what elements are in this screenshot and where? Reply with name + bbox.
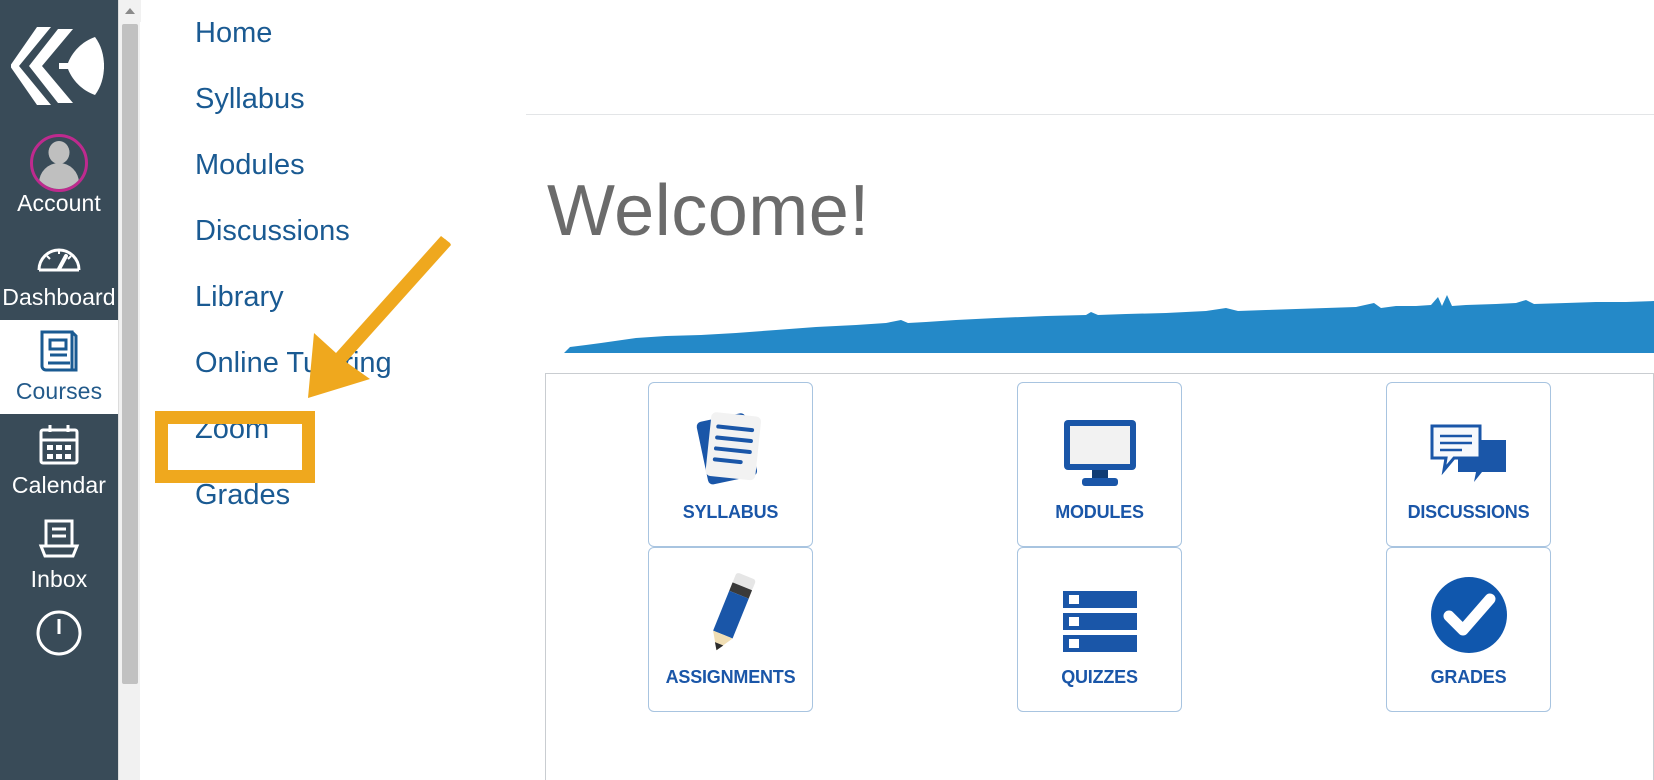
tile-cell-grades: GRADES (1284, 547, 1653, 712)
global-nav-item-courses[interactable]: Courses (0, 320, 118, 414)
canvas-course-home-screenshot: Account Dashboard Courses Calendar Inbox… (0, 0, 1654, 780)
tile-syllabus[interactable]: SYLLABUS (648, 382, 813, 547)
book-icon (38, 329, 80, 373)
tile-grades[interactable]: GRADES (1386, 547, 1551, 712)
tile-quizzes[interactable]: QUIZZES (1017, 547, 1182, 712)
page-title: Welcome! (547, 171, 870, 251)
tile-cell-assignments: ASSIGNMENTS (546, 547, 915, 712)
chevron-up-icon (125, 8, 135, 14)
global-nav-item-history[interactable] (0, 602, 118, 666)
global-nav-label-account: Account (17, 190, 101, 216)
global-nav-label-calendar: Calendar (11, 472, 107, 498)
history-clock-icon (35, 610, 83, 656)
checklist-bars-icon (1057, 571, 1143, 657)
scroll-up-button[interactable] (119, 0, 141, 22)
stacked-documents-icon (686, 406, 776, 492)
quick-links-panel: SYLLABUS MODULES DISCUSSIONS ASSIGNMENTS… (545, 373, 1654, 780)
speech-bubbles-icon (1424, 406, 1514, 492)
tile-label-quizzes: QUIZZES (1061, 667, 1138, 687)
global-navigation-rail: Account Dashboard Courses Calendar Inbox (0, 0, 118, 780)
tile-cell-quizzes: QUIZZES (915, 547, 1284, 712)
pencil-icon (688, 571, 774, 657)
speedometer-icon (36, 235, 82, 279)
tile-label-discussions: DISCUSSIONS (1407, 502, 1530, 522)
canvas-diamond-logo-icon[interactable] (0, 0, 118, 132)
tile-modules[interactable]: MODULES (1017, 382, 1182, 547)
content-divider (526, 114, 1654, 115)
course-home-content: Welcome! SYLLABUS MODULES DISCUSSIONS AS… (526, 0, 1654, 780)
page-scrollbar[interactable] (118, 0, 141, 780)
tile-label-grades: GRADES (1430, 667, 1507, 687)
tile-cell-syllabus: SYLLABUS (546, 382, 915, 547)
arrow-pointing-down-left-icon (290, 233, 460, 433)
global-nav-item-dashboard[interactable]: Dashboard (0, 226, 118, 320)
global-nav-item-calendar[interactable]: Calendar (0, 414, 118, 508)
scrollbar-thumb[interactable] (122, 24, 138, 684)
tile-label-modules: MODULES (1055, 502, 1144, 522)
quick-links-grid: SYLLABUS MODULES DISCUSSIONS ASSIGNMENTS… (546, 374, 1653, 780)
global-nav-item-inbox[interactable]: Inbox (0, 508, 118, 602)
tile-assignments[interactable]: ASSIGNMENTS (648, 547, 813, 712)
tile-cell-discussions: DISCUSSIONS (1284, 382, 1653, 547)
tile-discussions[interactable]: DISCUSSIONS (1386, 382, 1551, 547)
tile-label-assignments: ASSIGNMENTS (665, 667, 796, 687)
desktop-monitor-icon (1055, 406, 1145, 492)
tile-cell-modules: MODULES (915, 382, 1284, 547)
user-avatar-icon (30, 134, 88, 192)
check-circle-icon (1427, 571, 1511, 657)
course-nav-item-modules[interactable]: Modules (141, 132, 526, 198)
blue-wave-banner-icon (526, 275, 1654, 353)
global-nav-label-inbox: Inbox (30, 566, 88, 592)
inbox-tray-icon (38, 517, 80, 561)
global-nav-item-account[interactable]: Account (0, 132, 118, 226)
global-nav-label-courses: Courses (15, 378, 103, 404)
calendar-icon (38, 423, 80, 467)
course-nav-item-syllabus[interactable]: Syllabus (141, 66, 526, 132)
course-nav-item-home[interactable]: Home (141, 0, 526, 66)
tile-label-syllabus: SYLLABUS (682, 502, 779, 522)
global-nav-label-dashboard: Dashboard (2, 284, 116, 310)
